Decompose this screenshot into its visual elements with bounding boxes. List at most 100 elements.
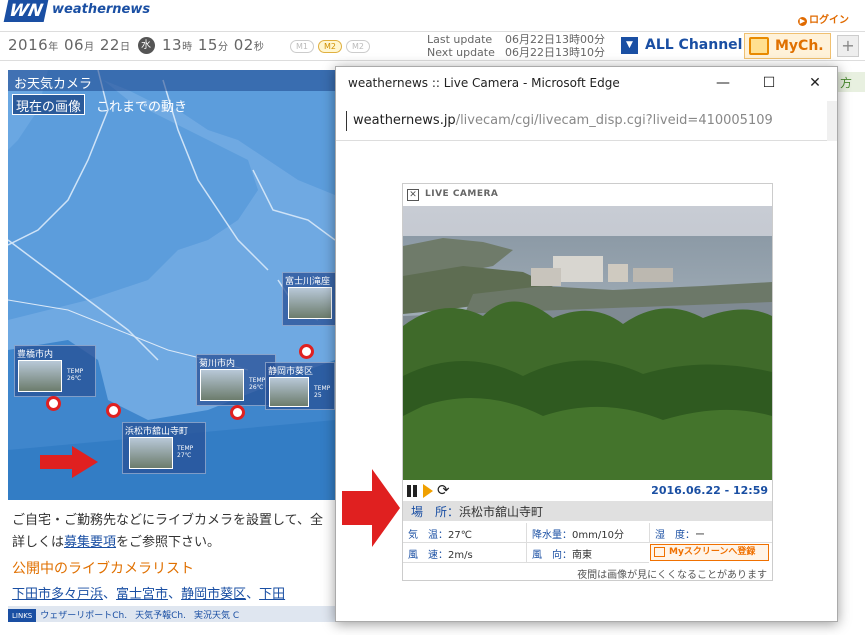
pause-icon-bar (413, 485, 417, 497)
cam-thumbnail (200, 369, 244, 401)
desc-text: 詳しくは (12, 535, 65, 550)
links-bar: LINKS ウェザーリポートCh. 天気予報Ch. 実況天気 C (8, 606, 335, 622)
dir-label: 風 向： (532, 550, 572, 561)
tv-screen-icon (654, 547, 665, 557)
m2-badge[interactable]: M2 (346, 40, 370, 53)
date-year: 2016 (8, 36, 49, 54)
playback-controls: ⟳ 2016.06.22 - 12:59 (403, 482, 772, 500)
pause-icon[interactable] (407, 485, 411, 497)
cam-pin[interactable] (230, 405, 245, 420)
add-button[interactable]: + (837, 35, 859, 57)
temp-value: 27℃ (448, 530, 472, 541)
cam-thumbnail (18, 360, 62, 392)
wn-logo-mark: WN (3, 0, 49, 22)
links-label: LINKS (8, 609, 37, 622)
cam-thumbnail (288, 287, 332, 319)
cam-name: 静岡市葵区 (268, 367, 314, 377)
cam-marker-toyohashi[interactable]: 豊橋市内 TEMP 26℃ (14, 345, 96, 397)
last-update-label: Last update (427, 33, 493, 46)
all-channel-button[interactable]: ▼ ALL Channel (617, 33, 743, 59)
date-day-unit: 日 (119, 42, 131, 53)
m2-badge-active[interactable]: M2 (318, 40, 342, 53)
edge-popup-window: weathernews :: Live Camera - Microsoft E… (335, 66, 838, 622)
map-title: お天気カメラ (8, 70, 335, 92)
date-day: 22 (99, 36, 120, 54)
weathernews-logo[interactable]: WN weathernews (3, 0, 150, 24)
close-button[interactable]: ✕ (792, 67, 838, 99)
dir-cell: 風 向：南東 (526, 543, 649, 563)
dir-value: 南東 (572, 550, 592, 561)
temp-cell: 気 温：27℃ (403, 523, 526, 543)
time-hour-unit: 時 (182, 42, 193, 53)
cam-temp: TEMP 26℃ (249, 377, 266, 391)
minimize-button[interactable]: — (700, 67, 746, 99)
wind-label: 風 速： (408, 550, 448, 561)
close-icon[interactable]: ✕ (407, 189, 419, 201)
logo-text: weathernews (52, 2, 151, 17)
live-camera-header: ✕ LIVE CAMERA (403, 184, 772, 206)
desc-line-1: ご自宅・ご勤務先などにライブカメラを設置して、全 (12, 513, 323, 528)
live-camera-image (403, 206, 772, 480)
all-channel-label: ALL Channel (645, 37, 743, 53)
cam-marker-shizuoka-aoi[interactable]: 静岡市葵区 TEMP 25 (265, 362, 335, 410)
camera-list-link[interactable]: 下田市多々戸浜 (12, 587, 103, 602)
camera-list-link[interactable]: 静岡市葵区 (181, 587, 246, 602)
window-title: weathernews :: Live Camera - Microsoft E… (348, 76, 620, 90)
link-weather-report[interactable]: ウェザーリポートCh. (36, 606, 131, 622)
m1-badge[interactable]: M1 (290, 40, 314, 53)
cam-marker-kikugawa[interactable]: 菊川市内 TEMP 26℃ (196, 354, 276, 406)
scrollbar[interactable] (827, 101, 837, 141)
cam-name: 豊橋市内 (17, 350, 54, 360)
login-link[interactable]: ▶ ログイン (798, 11, 849, 26)
cam-temp: TEMP 26℃ (67, 368, 84, 382)
cam-pin[interactable] (299, 344, 314, 359)
red-arrow-icon (40, 446, 98, 478)
time-second-unit: 秒 (253, 42, 265, 53)
cam-thumbnail (269, 377, 309, 407)
register-label: Myスクリーンへ登録 (669, 547, 756, 557)
refresh-icon[interactable]: ⟳ (437, 482, 450, 499)
humid-label: 湿 度： (655, 530, 695, 541)
text-cursor (346, 111, 347, 131)
wind-cell: 風 速：2m/s (403, 543, 526, 563)
url-host: weathernews.jp (353, 113, 456, 128)
live-camera-title: LIVE CAMERA (425, 189, 499, 199)
camera-list-link[interactable]: 下田 (259, 587, 285, 602)
night-note: 夜間は画像が見にくくなることがあります (577, 570, 767, 581)
cam-pin[interactable] (106, 403, 121, 418)
play-icon[interactable] (423, 484, 433, 498)
address-bar[interactable]: weathernews.jp/livecam/cgi/livecam_disp.… (336, 101, 837, 141)
camera-description: ご自宅・ご勤務先などにライブカメラを設置して、全 詳しくは募集要項をご参照下さい… (12, 510, 335, 554)
date-month-unit: 月 (84, 42, 95, 53)
wind-value: 2m/s (448, 550, 473, 561)
date-month: 06 (63, 36, 85, 54)
url-path: /livecam/cgi/livecam_disp.cgi?liveid=410… (455, 113, 773, 128)
camera-list-link[interactable]: 富士宮市 (116, 587, 168, 602)
cam-marker-hamamatsu[interactable]: 浜松市舘山寺町 TEMP 27℃ (122, 422, 206, 474)
rain-cell: 降水量：0mm/10分 (526, 523, 649, 543)
temp-label: 気 温： (408, 530, 448, 541)
cam-thumbnail (129, 437, 173, 469)
recruitment-link[interactable]: 募集要項 (64, 535, 116, 550)
current-date: 2016年 06月 22日 水 13時 15分 02秒 (8, 36, 264, 54)
camera-photo-drawing (403, 206, 772, 480)
link-forecast[interactable]: 天気予報Ch. (131, 606, 190, 622)
red-arrow-icon (342, 469, 400, 547)
maximize-button[interactable]: ☐ (746, 67, 792, 99)
link-current-weather[interactable]: 実況天気 C (190, 606, 243, 622)
arrow-right-icon: ▶ (798, 17, 807, 26)
register-myscreen-button[interactable]: Myスクリーンへ登録 (650, 544, 769, 561)
cam-marker-fujikawa[interactable]: 富士川滝座 (282, 272, 336, 326)
next-update-label: Next update (427, 46, 495, 59)
next-update-value: 06月22日13時10分 (505, 46, 605, 59)
cam-pin[interactable] (46, 396, 61, 411)
date-year-unit: 年 (48, 42, 59, 53)
cam-name: 菊川市内 (199, 359, 236, 369)
tab-current-image[interactable]: 現在の画像 (12, 94, 86, 115)
mych-button[interactable]: MyCh. (744, 33, 831, 59)
cam-temp: TEMP 27℃ (177, 445, 194, 459)
tab-history[interactable]: これまでの動き (96, 96, 187, 115)
camera-list: 下田市多々戸浜、富士宮市、静岡市葵区、下田 (12, 587, 286, 602)
side-tab[interactable]: 方 (838, 72, 865, 92)
url-text[interactable]: weathernews.jp/livecam/cgi/livecam_disp.… (353, 113, 773, 128)
